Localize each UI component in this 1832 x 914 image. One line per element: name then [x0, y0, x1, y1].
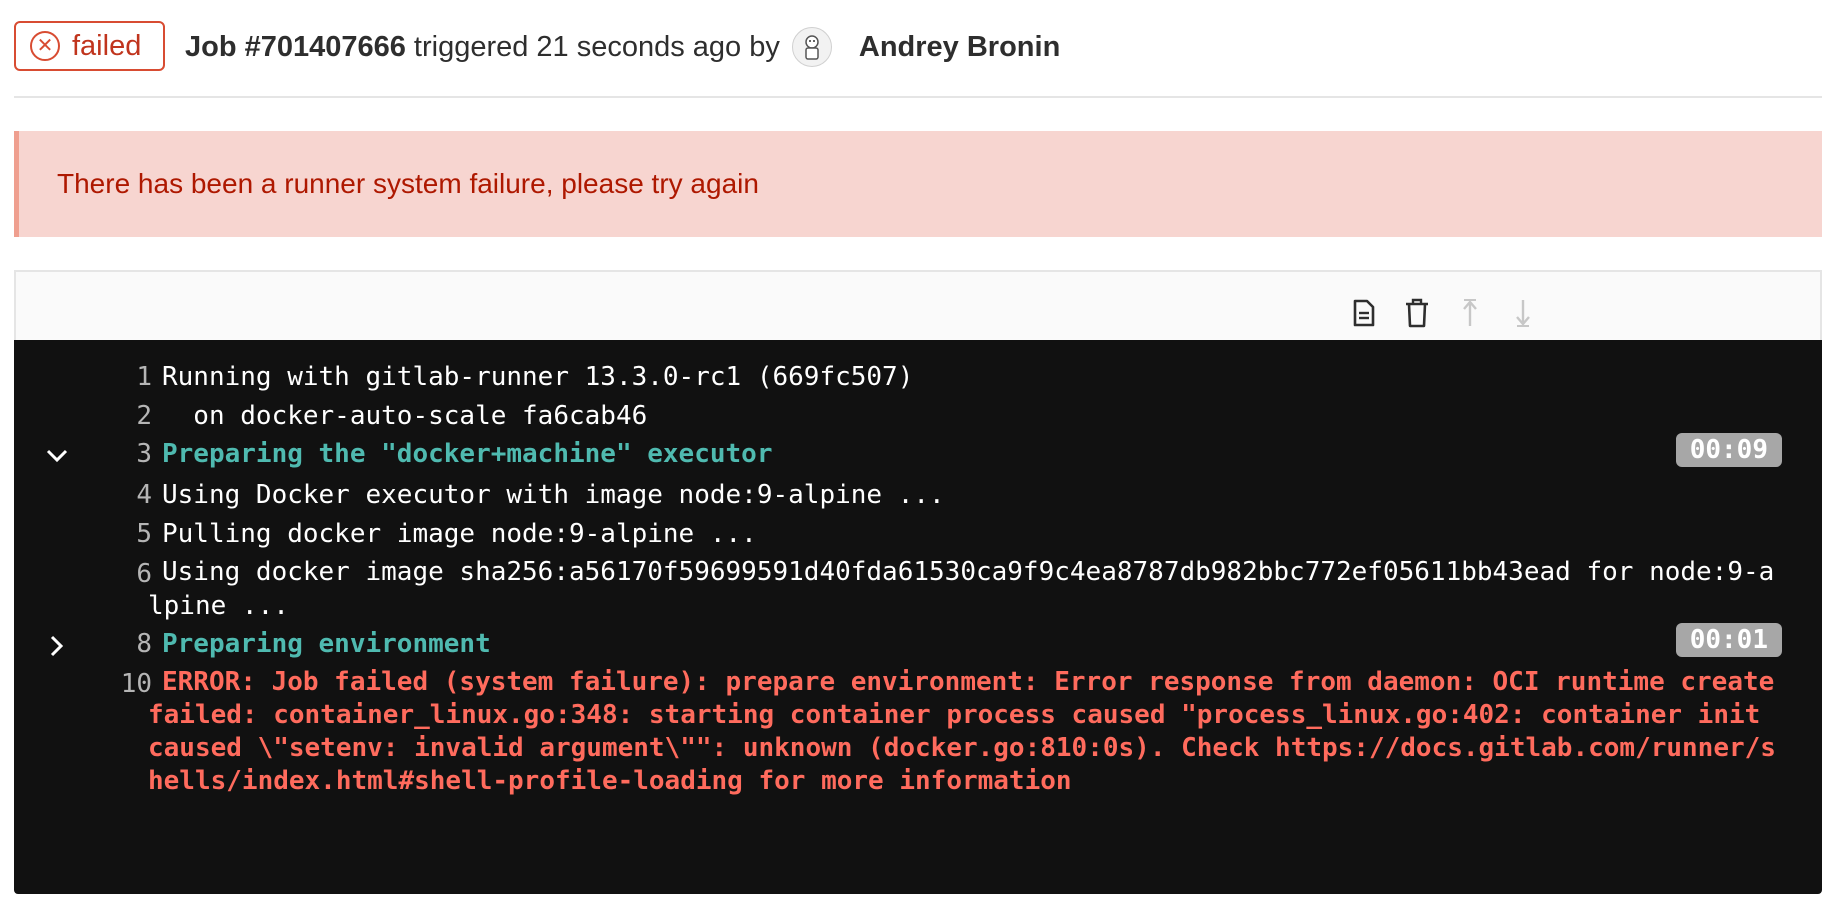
job-header: ✕ failed Job #701407666 triggered 21 sec… — [14, 20, 1822, 98]
section-duration-badge: 00:09 — [1675, 433, 1782, 467]
scroll-bottom-button[interactable] — [1506, 296, 1540, 330]
log-text: on docker-auto-scale fa6cab46 — [162, 401, 648, 431]
line-number[interactable]: 2 — [78, 401, 152, 431]
erase-log-button[interactable] — [1400, 296, 1434, 330]
alert-message: There has been a runner system failure, … — [57, 168, 759, 199]
line-number[interactable]: 10 — [78, 669, 152, 699]
line-number[interactable]: 5 — [78, 519, 152, 549]
error-text: ERROR: Job failed (system failure): prep… — [148, 667, 1776, 796]
section-title: Preparing the "docker+machine" executor — [162, 439, 773, 469]
line-number[interactable]: 4 — [78, 480, 152, 510]
line-number[interactable]: 1 — [78, 362, 152, 392]
doc-text-icon — [1353, 299, 1375, 327]
section-title: Preparing environment — [162, 629, 491, 659]
scroll-up-icon — [1463, 299, 1477, 326]
raw-log-button[interactable] — [1347, 296, 1381, 330]
chevron-right-icon[interactable] — [42, 631, 72, 661]
log-text: Running with gitlab-runner 13.3.0-rc1 (6… — [162, 362, 914, 392]
section-duration-badge: 00:01 — [1675, 623, 1782, 657]
avatar[interactable] — [791, 27, 832, 67]
job-log[interactable]: 1 Running with gitlab-runner 13.3.0-rc1 … — [14, 340, 1822, 894]
status-badge[interactable]: ✕ failed — [14, 21, 166, 71]
job-log-toolbar — [14, 270, 1822, 340]
log-text: Pulling docker image node:9-alpine ... — [162, 519, 757, 549]
status-label: failed — [72, 29, 142, 62]
job-id: Job #701407666 — [185, 30, 406, 63]
trash-icon — [1406, 298, 1428, 328]
line-number[interactable]: 3 — [78, 439, 152, 469]
author-link[interactable]: Andrey Bronin — [859, 31, 1060, 64]
line-number[interactable]: 6 — [78, 559, 152, 589]
status-failed-icon: ✕ — [30, 31, 60, 61]
job-title: Job #701407666 triggered 21 seconds ago … — [185, 27, 1060, 67]
triggered-text: triggered 21 seconds ago by — [413, 30, 780, 63]
scroll-down-icon — [1516, 300, 1530, 327]
chevron-down-icon[interactable] — [42, 441, 72, 471]
log-text: Using Docker executor with image node:9-… — [162, 480, 945, 510]
log-text: Using docker image sha256:a56170f5969959… — [148, 557, 1775, 621]
line-number[interactable]: 8 — [78, 629, 152, 659]
scroll-top-button[interactable] — [1453, 296, 1487, 330]
runner-failure-alert: There has been a runner system failure, … — [14, 131, 1822, 237]
